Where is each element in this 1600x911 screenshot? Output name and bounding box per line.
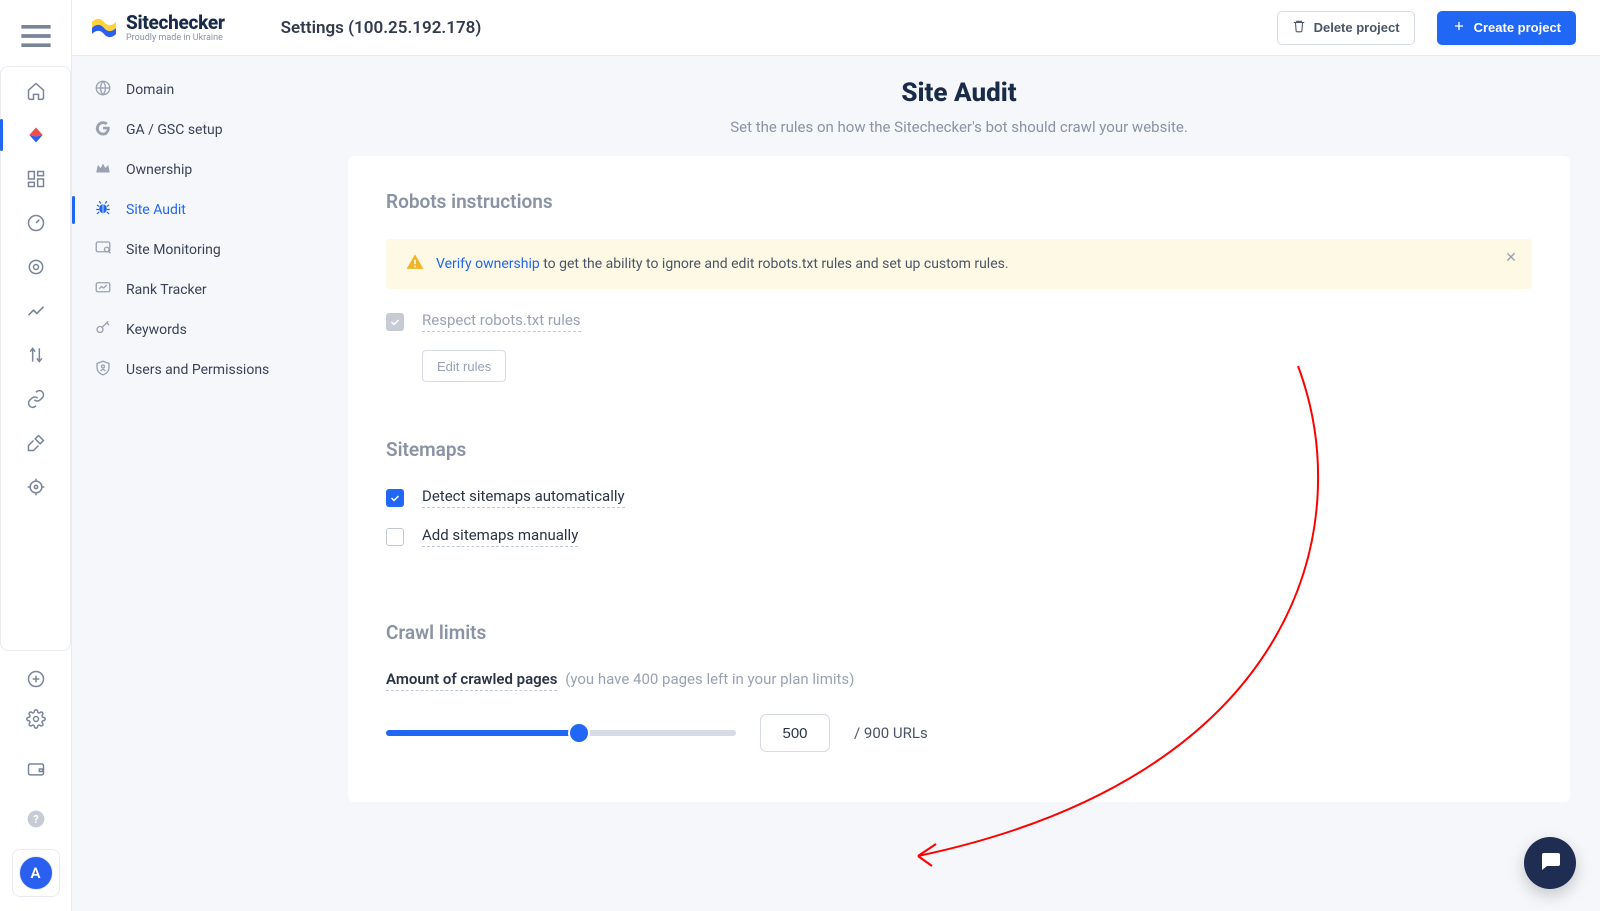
nav-audit[interactable] (14, 115, 58, 155)
respect-robots-label: Respect robots.txt rules (422, 311, 581, 332)
sidebar-item-domain[interactable]: Domain (72, 70, 318, 110)
section-crawl-limits: Crawl limits Amount of crawled pages (yo… (386, 601, 1532, 762)
crawl-pages-slider[interactable] (386, 730, 736, 736)
shield-icon (94, 359, 112, 381)
sidebar-item-label: GA / GSC setup (126, 122, 223, 138)
icon-rail: ? A (0, 0, 72, 911)
rank-icon (94, 279, 112, 301)
delete-project-label: Delete project (1314, 20, 1400, 35)
ownership-alert: Verify ownership to get the ability to i… (386, 239, 1532, 289)
verify-ownership-link[interactable]: Verify ownership (436, 256, 540, 272)
sidebar-item-ga[interactable]: GA / GSC setup (72, 110, 318, 150)
trash-icon (1292, 19, 1306, 36)
crown-icon (94, 159, 112, 181)
crawl-label-hint: (you have 400 pages left in your plan li… (565, 670, 854, 688)
nav-links[interactable] (14, 379, 58, 419)
plus-icon (1452, 19, 1466, 36)
nav-performance[interactable] (14, 203, 58, 243)
sidebar-item-monitoring[interactable]: Site Monitoring (72, 230, 318, 270)
sidebar-item-label: Users and Permissions (126, 362, 269, 378)
sidebar-item-rank[interactable]: Rank Tracker (72, 270, 318, 310)
avatar: A (19, 856, 53, 890)
nav-home[interactable] (14, 71, 58, 111)
brand-name: Sitechecker (126, 13, 225, 32)
nav-dashboard[interactable] (14, 159, 58, 199)
respect-robots-checkbox (386, 313, 404, 331)
topbar: Sitechecker Proudly made in Ukraine Sett… (72, 0, 1600, 56)
page-subtitle: Set the rules on how the Sitechecker's b… (348, 118, 1570, 136)
sidebar-item-label: Rank Tracker (126, 282, 207, 298)
globe-icon (94, 79, 112, 101)
section-sitemaps: Sitemaps Detect sitemaps automatically A… (386, 418, 1532, 601)
settings-sidebar: Domain GA / GSC setup Ownership Site Aud… (72, 56, 318, 911)
create-project-button[interactable]: Create project (1437, 11, 1576, 45)
chat-button[interactable] (1524, 837, 1576, 889)
sidebar-item-label: Site Monitoring (126, 242, 221, 258)
warning-icon (406, 253, 424, 275)
brand-logo-icon (90, 16, 118, 40)
chat-icon (1538, 849, 1562, 877)
sidebar-item-keywords[interactable]: Keywords (72, 310, 318, 350)
detect-sitemaps-checkbox[interactable] (386, 489, 404, 507)
nav-tracking[interactable] (14, 247, 58, 287)
nav-help[interactable]: ? (14, 799, 58, 839)
nav-settings[interactable] (14, 699, 58, 739)
sidebar-item-ownership[interactable]: Ownership (72, 150, 318, 190)
monitor-icon (94, 239, 112, 261)
detect-sitemaps-label: Detect sitemaps automatically (422, 487, 625, 508)
close-icon: ✕ (1505, 250, 1517, 266)
key-icon (94, 319, 112, 341)
nav-compare[interactable] (14, 335, 58, 375)
nav-target[interactable] (14, 467, 58, 507)
page-title: Site Audit (348, 78, 1570, 108)
main-column: Sitechecker Proudly made in Ukraine Sett… (72, 0, 1600, 911)
brand-tagline: Proudly made in Ukraine (126, 34, 225, 43)
brand[interactable]: Sitechecker Proudly made in Ukraine (90, 13, 225, 43)
alert-text: Verify ownership to get the ability to i… (436, 256, 1009, 272)
delete-project-button[interactable]: Delete project (1277, 11, 1415, 45)
nav-trends[interactable] (14, 291, 58, 331)
svg-text:?: ? (33, 813, 38, 826)
menu-toggle-button[interactable] (14, 16, 58, 56)
nav-tools[interactable] (14, 423, 58, 463)
sidebar-item-label: Ownership (126, 162, 192, 178)
crawl-label-bold: Amount of crawled pages (386, 670, 557, 691)
nav-add[interactable] (14, 659, 58, 699)
sidebar-item-label: Keywords (126, 322, 187, 338)
manual-sitemaps-label: Add sitemaps manually (422, 526, 578, 547)
sidebar-item-label: Site Audit (126, 202, 186, 218)
section-heading: Robots instructions (386, 190, 1532, 213)
crawl-pages-input[interactable] (760, 714, 830, 752)
nav-wallet[interactable] (14, 749, 58, 789)
slider-thumb[interactable] (570, 724, 588, 742)
section-robots: Robots instructions Verify ownership to … (386, 190, 1532, 418)
manual-sitemaps-checkbox[interactable] (386, 528, 404, 546)
create-project-label: Create project (1474, 20, 1561, 35)
settings-card: Robots instructions Verify ownership to … (348, 156, 1570, 802)
alert-rest: to get the ability to ignore and edit ro… (540, 256, 1009, 272)
sidebar-item-label: Domain (126, 82, 174, 98)
google-icon (94, 119, 112, 141)
crawl-cap-label: / 900 URLs (854, 724, 928, 742)
avatar-initial: A (30, 864, 40, 882)
avatar-button[interactable]: A (12, 849, 60, 897)
section-heading: Sitemaps (386, 438, 1532, 461)
content-panel: Site Audit Set the rules on how the Site… (318, 56, 1600, 911)
section-heading: Crawl limits (386, 621, 1532, 644)
bug-icon (94, 199, 112, 221)
alert-close-button[interactable]: ✕ (1502, 249, 1520, 267)
crawl-limit-label: Amount of crawled pages (you have 400 pa… (386, 670, 1532, 688)
edit-rules-button: Edit rules (422, 350, 506, 382)
sidebar-item-audit[interactable]: Site Audit (72, 190, 318, 230)
breadcrumb: Settings (100.25.192.178) (281, 18, 482, 38)
sidebar-item-users[interactable]: Users and Permissions (72, 350, 318, 390)
